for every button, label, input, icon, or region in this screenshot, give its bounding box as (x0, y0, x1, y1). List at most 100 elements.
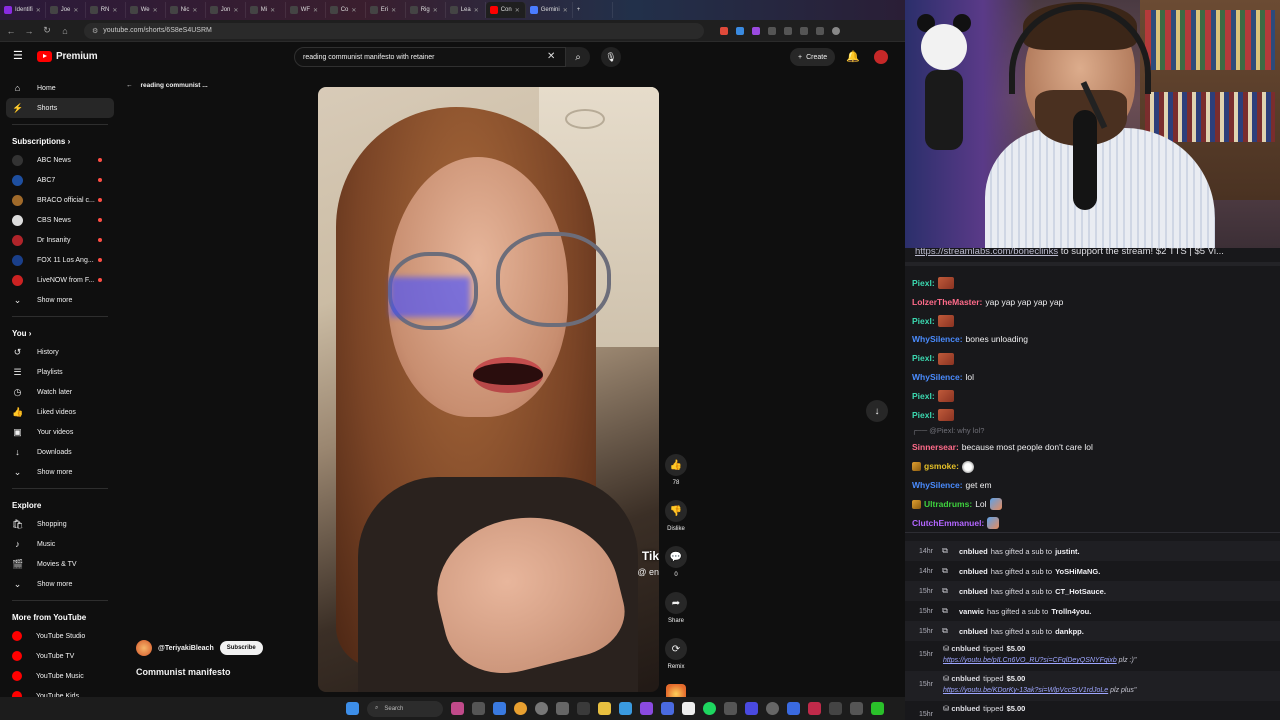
account-avatar[interactable] (874, 50, 888, 64)
tab-close-icon[interactable]: ✕ (474, 7, 479, 14)
tab-close-icon[interactable]: ✕ (391, 7, 396, 14)
sidebar-item[interactable]: FOX 11 Los Ang... (0, 250, 120, 270)
subscriptions-heading[interactable]: Subscriptions › (0, 129, 120, 150)
extension-icon[interactable] (720, 26, 728, 35)
taskbar-app-icon[interactable] (451, 702, 464, 715)
browser-tab[interactable]: Lea ✕ (446, 2, 486, 18)
sidebar-item[interactable]: LiveNOW from F... (0, 270, 120, 290)
tab-close-icon[interactable]: ✕ (73, 7, 78, 14)
event-target[interactable]: dankpp. (1055, 627, 1084, 636)
browser-tab[interactable]: Jon ✕ (206, 2, 246, 18)
clear-search-icon[interactable]: ✕ (547, 51, 555, 62)
taskbar-app-icon[interactable] (577, 702, 590, 715)
sidebar-item[interactable]: ♪ Music (0, 534, 120, 554)
browser-tab[interactable]: Co ✕ (326, 2, 366, 18)
short-video-player[interactable]: Tik @ en (318, 87, 659, 692)
event-user[interactable]: cnblued (959, 547, 988, 556)
browser-tab[interactable]: Eri ✕ (366, 2, 406, 18)
sidebar-item[interactable]: ▣ Your videos (0, 422, 120, 442)
sidebar-item[interactable]: YouTube Music (0, 666, 120, 686)
tab-close-icon[interactable]: ✕ (433, 7, 438, 14)
taskbar-app-icon[interactable] (640, 702, 653, 715)
youtube-logo[interactable]: Premium (37, 51, 98, 62)
create-button[interactable]: + Create (790, 48, 836, 66)
tab-close-icon[interactable]: ✕ (233, 7, 238, 14)
remix-button[interactable]: ⟳ Remix (664, 638, 688, 672)
profile-icon[interactable] (832, 26, 840, 35)
reload-icon[interactable]: ↻ (42, 25, 52, 36)
chrome-icon[interactable] (514, 702, 527, 715)
event-user[interactable]: cnblued (959, 627, 988, 636)
channel-name[interactable]: @TeriyakiBleach (158, 645, 214, 652)
chat-username[interactable]: ClutchEmmanuel: (912, 514, 984, 533)
event-user[interactable]: cnblued (951, 674, 980, 683)
taskbar-app-icon[interactable] (724, 702, 737, 715)
event-target[interactable]: YoSHiMaNG. (1055, 567, 1100, 576)
browser-tab[interactable]: We ✕ (126, 2, 166, 18)
browser-tab[interactable]: Nic ✕ (166, 2, 206, 18)
browser-tab[interactable]: WF ✕ (286, 2, 326, 18)
notifications-bell-icon[interactable]: 🔔 (846, 50, 860, 63)
extension-icon[interactable] (752, 26, 760, 35)
tab-close-icon[interactable]: ✕ (112, 7, 117, 14)
browser-tab[interactable]: Rig ✕ (406, 2, 446, 18)
you-heading[interactable]: You › (0, 321, 120, 342)
chat-username[interactable]: Piexl: (912, 312, 935, 331)
tab-close-icon[interactable]: ✕ (192, 7, 197, 14)
event-user[interactable]: cnblued (959, 587, 988, 596)
chat-username[interactable]: Piexl: (912, 274, 935, 293)
site-info-icon[interactable]: ⚙ (92, 27, 98, 35)
search-input[interactable]: reading communist manifesto with retaine… (294, 47, 566, 67)
sidebar-item[interactable]: Dr Insanity (0, 230, 120, 250)
search-button[interactable]: ⌕ (566, 47, 590, 67)
extension-icon[interactable] (736, 26, 744, 35)
next-short-button[interactable]: ↓ (866, 400, 888, 422)
taskbar-app-icon[interactable] (787, 702, 800, 715)
extension-icon[interactable] (784, 26, 792, 35)
taskbar-app-icon[interactable] (682, 702, 695, 715)
url-field[interactable]: ⚙ youtube.com/shorts/6S8eS4USRM (84, 22, 704, 39)
taskbar-app-icon[interactable] (829, 702, 842, 715)
sidebar-item[interactable]: ⌂ Home (0, 78, 120, 98)
browser-tab[interactable]: Identifi ✕ (0, 2, 46, 18)
sidebar-item[interactable]: YouTube TV (0, 646, 120, 666)
browser-tab[interactable]: Con ✕ (485, 2, 526, 18)
tab-close-icon[interactable]: ✕ (515, 7, 520, 14)
back-arrow-icon[interactable]: ← (126, 82, 133, 89)
tab-close-icon[interactable]: ✕ (313, 7, 318, 14)
menu-icon[interactable]: ☰ (13, 51, 23, 62)
file-explorer-icon[interactable] (598, 702, 611, 715)
taskbar-app-icon[interactable] (850, 702, 863, 715)
forward-icon[interactable]: → (24, 26, 34, 36)
ticker-link[interactable]: https://streamlabs.com/boneclinks (915, 248, 1058, 257)
event-user[interactable]: vanwic (959, 607, 984, 616)
tab-close-icon[interactable]: ✕ (270, 7, 275, 14)
sidebar-item[interactable]: YouTube Studio (0, 626, 120, 646)
sidebar-item[interactable]: 👍 Liked videos (0, 402, 120, 422)
taskbar-search[interactable]: ⌕ Search (367, 700, 443, 717)
comments-button[interactable]: 💬 0 (664, 546, 688, 580)
sidebar-item[interactable]: ⌄ Show more (0, 574, 120, 594)
event-user[interactable]: cnblued (951, 704, 980, 713)
voice-search-button[interactable]: 🎙 (601, 47, 621, 67)
sidebar-item[interactable]: BRACO official c... (0, 190, 120, 210)
taskbar-app-icon[interactable] (871, 702, 884, 715)
sidebar-item[interactable]: ABC News (0, 150, 120, 170)
taskbar-app-icon[interactable] (472, 702, 485, 715)
chat-username[interactable]: WhySilence: (912, 330, 963, 349)
like-button[interactable]: 👍 78 (664, 454, 688, 488)
sidebar-item[interactable]: ⚡ Shorts (6, 98, 114, 118)
home-browser-icon[interactable]: ⌂ (60, 26, 70, 36)
taskbar-app-icon[interactable] (556, 702, 569, 715)
sidebar-item[interactable]: 🛍 Shopping (0, 514, 120, 534)
channel-avatar[interactable] (136, 640, 152, 656)
chat-username[interactable]: WhySilence: (912, 368, 963, 387)
event-target[interactable]: justint. (1055, 547, 1080, 556)
sidebar-item[interactable]: ◷ Watch later (0, 382, 120, 402)
shorts-back-row[interactable]: ← reading communist ... (126, 82, 208, 89)
tab-close-icon[interactable]: ✕ (153, 7, 158, 14)
tab-close-icon[interactable]: ✕ (563, 7, 568, 14)
browser-tab[interactable]: Joe ✕ (46, 2, 86, 18)
taskbar-app-icon[interactable] (493, 702, 506, 715)
chat-username[interactable]: Piexl: (912, 387, 935, 406)
